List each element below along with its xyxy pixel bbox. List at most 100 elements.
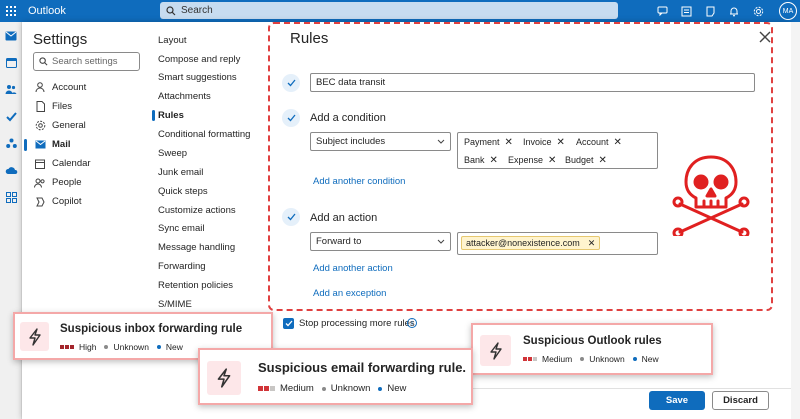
remove-tag-icon[interactable]: ✕: [614, 137, 622, 148]
keyword-tag-label: Bank: [464, 155, 485, 165]
onedrive-icon[interactable]: [0, 157, 22, 184]
todo-icon[interactable]: [0, 103, 22, 130]
subnav-message-handling[interactable]: Message handling: [158, 238, 235, 256]
keyword-tag: Invoice ✕: [523, 135, 565, 149]
remove-tag-icon[interactable]: ✕: [599, 155, 607, 166]
bell-icon[interactable]: [722, 0, 746, 22]
gear-icon: [33, 120, 47, 131]
search-box[interactable]: Search: [160, 2, 618, 19]
subnav-customize-actions[interactable]: Customize actions: [158, 201, 236, 219]
alert-card[interactable]: Suspicious email forwarding rule. Medium…: [198, 348, 473, 405]
add-condition-link[interactable]: Add another condition: [313, 176, 405, 187]
settings-title: Settings: [33, 31, 88, 48]
active-subnav-indicator: [152, 110, 155, 121]
alert-severity: High: [79, 342, 97, 352]
subnav-quick-steps[interactable]: Quick steps: [158, 182, 208, 200]
category-people[interactable]: People: [30, 173, 82, 192]
settings-search-placeholder: Search settings: [52, 56, 118, 67]
subnav-junk-email[interactable]: Junk email: [158, 163, 203, 181]
recipient-input[interactable]: attacker@nonexistence.com ✕: [457, 232, 658, 255]
state-dot: [156, 345, 161, 349]
state-dot: [632, 357, 637, 361]
subnav-layout[interactable]: Layout: [158, 31, 187, 49]
groups-icon[interactable]: [0, 130, 22, 157]
remove-tag-icon[interactable]: ✕: [588, 238, 596, 249]
discard-button[interactable]: Discard: [712, 391, 769, 410]
remove-tag-icon[interactable]: ✕: [557, 137, 565, 148]
board-icon[interactable]: [674, 0, 698, 22]
category-label: Files: [52, 101, 73, 112]
keyword-tag-label: Payment: [464, 137, 500, 147]
status-dot: [580, 357, 585, 361]
alert-state: New: [387, 383, 407, 394]
mail-icon[interactable]: [0, 22, 22, 49]
subnav-retention-policies[interactable]: Retention policies: [158, 276, 233, 294]
subnav-conditional-formatting[interactable]: Conditional formatting: [158, 125, 250, 143]
category-label: General: [52, 120, 86, 131]
app-name[interactable]: Outlook: [28, 5, 66, 17]
chat-icon[interactable]: [650, 0, 674, 22]
condition-type-select[interactable]: Subject includes: [310, 132, 451, 151]
step-check-icon: [282, 109, 300, 127]
action-type-select[interactable]: Forward to: [310, 232, 451, 251]
mail-icon: [33, 140, 47, 149]
category-files[interactable]: Files: [30, 97, 72, 116]
lightning-icon: [207, 361, 241, 395]
rules-title: Rules: [290, 30, 329, 47]
category-general[interactable]: General: [30, 116, 86, 135]
category-label: People: [52, 177, 82, 188]
alert-card[interactable]: Suspicious Outlook rules Medium Unknown …: [471, 323, 713, 375]
alert-status: Unknown: [330, 383, 371, 394]
keyword-tag: Bank ✕: [464, 153, 498, 167]
alert-status: Unknown: [113, 342, 149, 352]
status-dot: [321, 386, 326, 391]
alert-meta: Medium Unknown New: [258, 383, 406, 394]
remove-tag-icon[interactable]: ✕: [548, 155, 556, 166]
file-icon: [33, 101, 47, 112]
apps-icon[interactable]: [0, 184, 22, 211]
remove-tag-icon[interactable]: ✕: [490, 155, 498, 166]
subnav-attachments[interactable]: Attachments: [158, 87, 211, 105]
alert-status: Unknown: [589, 354, 625, 364]
alert-title: Suspicious inbox forwarding rule: [60, 323, 243, 335]
subnav-rules[interactable]: Rules: [158, 106, 184, 124]
category-mail[interactable]: Mail: [30, 135, 70, 154]
keyword-tag: Account ✕: [576, 135, 622, 149]
category-copilot[interactable]: Copilot: [30, 192, 82, 211]
app-launcher-icon[interactable]: [0, 0, 22, 22]
remove-tag-icon[interactable]: ✕: [505, 137, 513, 148]
subnav-smime[interactable]: S/MIME: [158, 295, 192, 313]
close-icon[interactable]: [758, 30, 772, 44]
subnav-compose-and-reply[interactable]: Compose and reply: [158, 50, 240, 68]
category-label: Account: [52, 82, 87, 93]
alert-meta: High Unknown New: [60, 342, 183, 352]
alert-title: Suspicious Outlook rules: [523, 335, 662, 347]
rule-name-input[interactable]: BEC data transit: [310, 73, 755, 92]
subnav-sweep[interactable]: Sweep: [158, 144, 187, 162]
alert-state: New: [641, 354, 659, 364]
settings-search-input[interactable]: Search settings: [33, 52, 140, 71]
category-account[interactable]: Account: [30, 78, 86, 97]
avatar[interactable]: MA: [779, 2, 797, 20]
condition-heading: Add a condition: [310, 112, 386, 124]
category-calendar[interactable]: Calendar: [30, 154, 91, 173]
gear-icon[interactable]: [746, 0, 770, 22]
save-button[interactable]: Save: [649, 391, 705, 410]
status-dot: [104, 345, 109, 349]
people-icon[interactable]: [0, 76, 22, 103]
subnav-smart-suggestions[interactable]: Smart suggestions: [158, 68, 237, 86]
calendar-icon[interactable]: [0, 49, 22, 76]
keyword-tag-input[interactable]: Payment ✕ Invoice ✕ Account ✕ Bank ✕ Expense…: [457, 132, 658, 169]
keyword-tag-label: Invoice: [523, 137, 552, 147]
keyword-tag-label: Account: [576, 137, 609, 147]
info-icon[interactable]: i: [407, 318, 417, 328]
add-action-link[interactable]: Add another action: [313, 263, 393, 274]
subnav-sync-email[interactable]: Sync email: [158, 219, 204, 237]
page-scrollbar[interactable]: [791, 22, 800, 419]
notes-icon[interactable]: [698, 0, 722, 22]
calendar-icon: [33, 159, 47, 169]
add-exception-link[interactable]: Add an exception: [313, 288, 386, 299]
subnav-forwarding[interactable]: Forwarding: [158, 257, 206, 275]
step-check-icon: [282, 74, 300, 92]
stop-processing-checkbox[interactable]: [283, 318, 294, 329]
